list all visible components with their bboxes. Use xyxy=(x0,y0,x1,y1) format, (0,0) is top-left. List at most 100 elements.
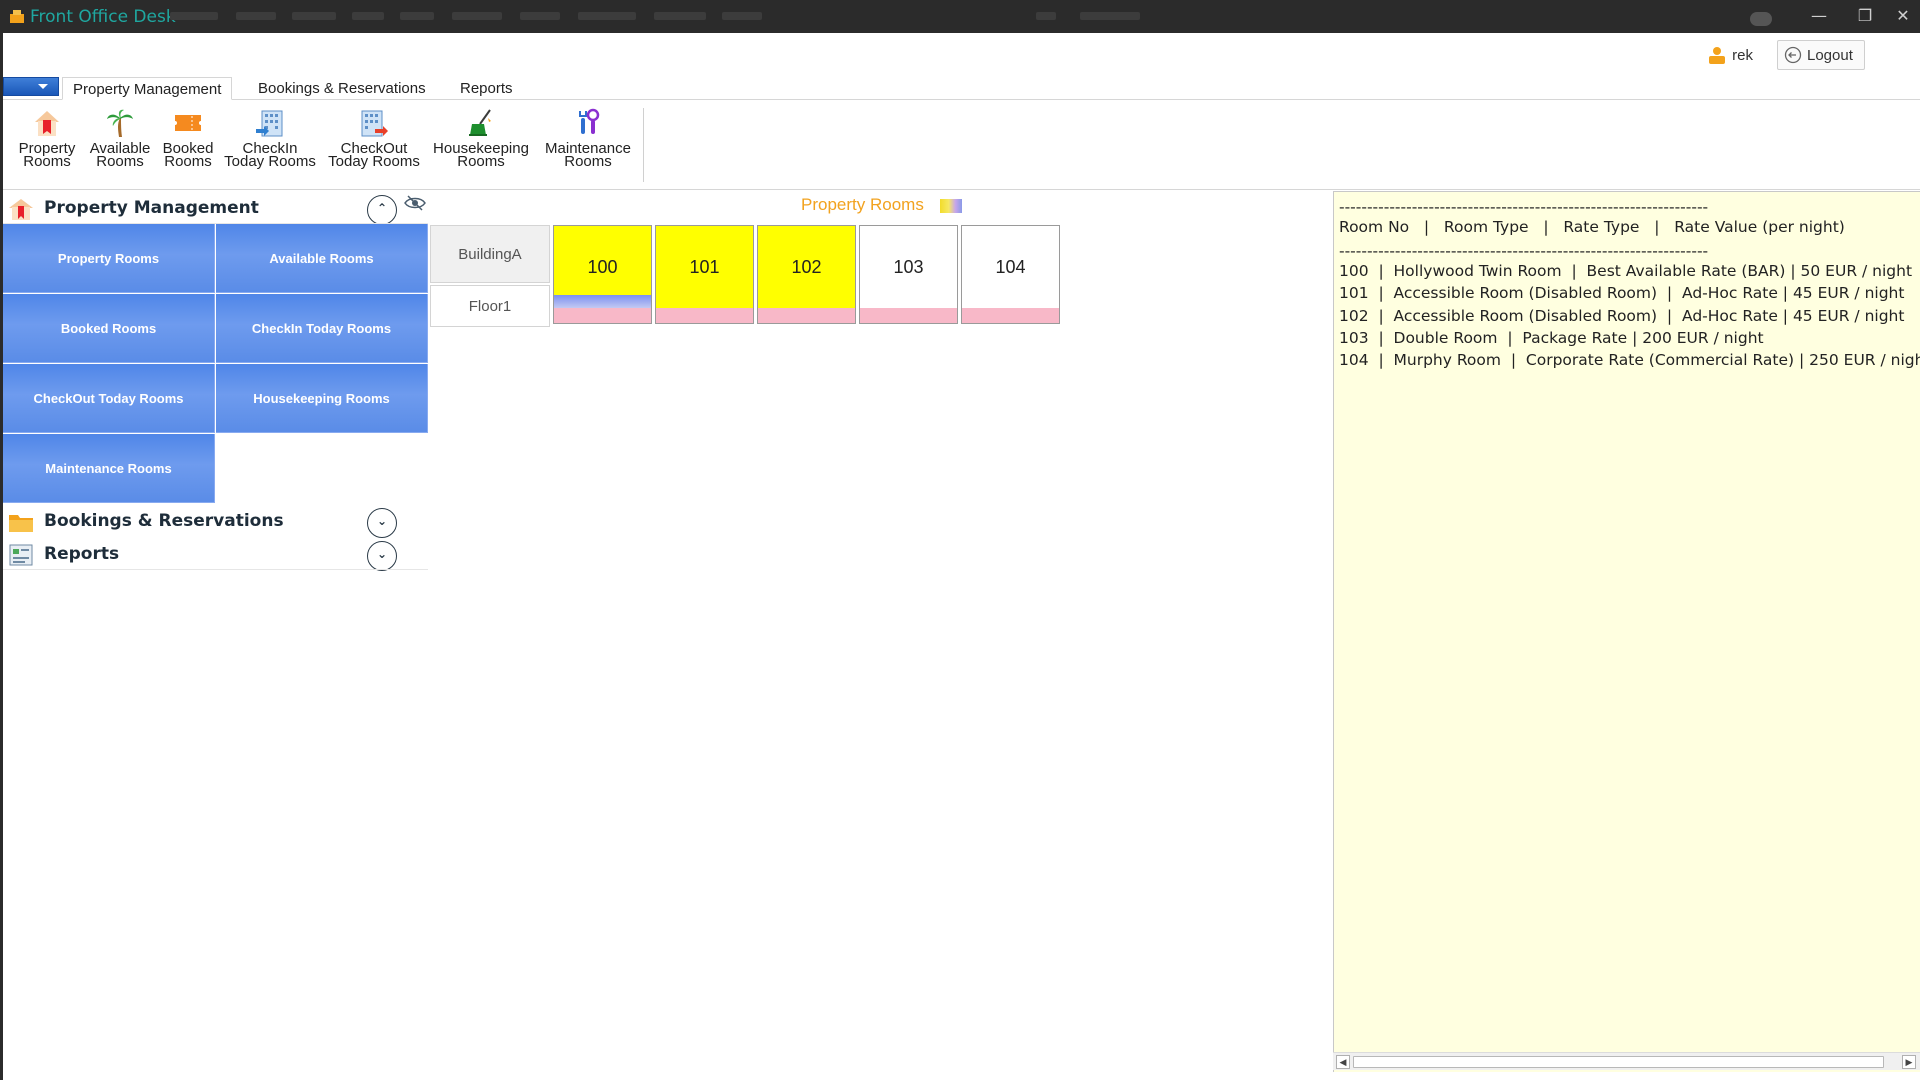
blurred-menu-item xyxy=(292,12,336,20)
room-tile-100[interactable]: 100 xyxy=(553,225,652,324)
logout-label: Logout xyxy=(1807,46,1853,64)
details-row: 101 | Accessible Room (Disabled Room) | … xyxy=(1339,284,1905,302)
expand-toggle-button[interactable]: ⌄ xyxy=(367,541,397,571)
accordion-reports-header[interactable]: Reports ⌄ xyxy=(3,538,428,571)
ribbon-booked-rooms-button[interactable]: Booked Rooms xyxy=(156,104,220,170)
floor-header: Floor1 xyxy=(430,285,550,327)
property-rooms-icon xyxy=(35,111,59,136)
blurred-menu-item xyxy=(400,12,434,20)
ribbon-maintenance-button[interactable]: Maintenance Rooms xyxy=(536,104,640,169)
room-number: 101 xyxy=(656,226,753,308)
logout-icon xyxy=(1784,46,1802,64)
scroll-right-button[interactable]: ▶ xyxy=(1902,1055,1916,1069)
ribbon-available-rooms-button[interactable]: Available Rooms xyxy=(84,104,156,169)
ribbon-checkout-today-button[interactable]: CheckOut Today Rooms xyxy=(322,104,426,170)
room-details-panel: ----------------------------------------… xyxy=(1333,191,1920,1072)
details-row: 102 | Accessible Room (Disabled Room) | … xyxy=(1339,307,1905,325)
ribbon-checkin-today-button[interactable]: CheckIn Today Rooms xyxy=(220,104,320,170)
window-title: Front Office Desk xyxy=(30,7,176,27)
ribbon-divider xyxy=(3,189,1920,190)
blurred-menu-item xyxy=(352,12,384,20)
accordion-property-management-header[interactable]: Property Management ⌃ xyxy=(3,192,428,225)
accordion-divider xyxy=(3,569,428,570)
room-tile-104[interactable]: 104 xyxy=(961,225,1060,324)
legend-icon[interactable] xyxy=(940,199,962,213)
ribbon-label: Today Rooms xyxy=(328,153,420,170)
ribbon-label: Rooms xyxy=(164,153,212,170)
broom-icon xyxy=(469,109,491,136)
tile-property-rooms[interactable]: Property Rooms xyxy=(3,224,215,293)
reports-icon xyxy=(9,544,33,566)
ribbon-property-rooms-button[interactable]: Property Rooms xyxy=(12,104,82,169)
username: rek xyxy=(1732,46,1753,64)
blurred-avatar xyxy=(1750,12,1772,26)
tools-icon xyxy=(579,108,600,134)
tile-checkin-today-rooms[interactable]: CheckIn Today Rooms xyxy=(216,294,428,363)
title-bar: Front Office Desk — ❐ ✕ xyxy=(0,0,1920,33)
separator-line: ----------------------------------------… xyxy=(1339,198,1709,216)
accordion-title: Property Management xyxy=(44,198,259,218)
room-number: 102 xyxy=(758,226,855,308)
tile-available-rooms[interactable]: Available Rooms xyxy=(216,224,428,293)
blurred-menu-item xyxy=(722,12,762,20)
blurred-menu-item xyxy=(1080,12,1140,20)
palm-tree-icon xyxy=(107,109,133,137)
blurred-menu-item xyxy=(1036,12,1056,20)
tile-housekeeping-rooms[interactable]: Housekeeping Rooms xyxy=(216,364,428,433)
details-row: 103 | Double Room | Package Rate | 200 E… xyxy=(1339,329,1764,347)
room-status-bar xyxy=(860,308,957,323)
user-icon xyxy=(1709,47,1726,64)
close-button[interactable]: ✕ xyxy=(1880,0,1920,33)
blurred-menu-item xyxy=(170,12,218,20)
blurred-menu-item xyxy=(578,12,636,20)
minimize-button[interactable]: — xyxy=(1796,0,1842,33)
ribbon-separator xyxy=(643,108,644,182)
room-status-bar xyxy=(656,308,753,323)
property-management-icon xyxy=(9,199,33,220)
blurred-menu-item xyxy=(236,12,276,20)
room-tile-101[interactable]: 101 xyxy=(655,225,754,324)
hide-eye-icon[interactable] xyxy=(404,194,426,212)
accordion-title: Bookings & Reservations xyxy=(44,511,284,531)
room-number: 103 xyxy=(860,226,957,308)
room-status-bar xyxy=(554,308,651,323)
tile-maintenance-rooms[interactable]: Maintenance Rooms xyxy=(3,434,215,503)
chevron-down-icon xyxy=(38,84,48,89)
tab-reports[interactable]: Reports xyxy=(450,77,523,100)
room-status-bar xyxy=(962,308,1059,323)
tab-property-management[interactable]: Property Management xyxy=(62,77,233,100)
details-header: Room No | Room Type | Rate Type | Rate V… xyxy=(1339,218,1845,236)
blurred-menu-item xyxy=(452,12,502,20)
building-header: BuildingA xyxy=(430,225,550,283)
ribbon-label: Today Rooms xyxy=(224,153,316,170)
room-tile-103[interactable]: 103 xyxy=(859,225,958,324)
application-menu-button[interactable] xyxy=(3,77,59,96)
room-number: 104 xyxy=(962,226,1059,308)
blurred-menu-item xyxy=(520,12,560,20)
app-icon xyxy=(10,10,24,23)
tile-booked-rooms[interactable]: Booked Rooms xyxy=(3,294,215,363)
ticket-icon xyxy=(175,115,201,131)
rooms-view-title: Property Rooms xyxy=(801,195,924,214)
collapse-toggle-button[interactable]: ⌃ xyxy=(367,195,397,225)
tile-checkout-today-rooms[interactable]: CheckOut Today Rooms xyxy=(3,364,215,433)
room-tile-102[interactable]: 102 xyxy=(757,225,856,324)
separator-line: ----------------------------------------… xyxy=(1339,242,1709,260)
folder-icon xyxy=(9,515,33,532)
accordion-bookings-header[interactable]: Bookings & Reservations ⌄ xyxy=(3,505,428,538)
accordion-title: Reports xyxy=(44,544,120,564)
details-row: 100 | Hollywood Twin Room | Best Availab… xyxy=(1339,262,1913,280)
horizontal-scrollbar[interactable]: ◀ ▶ xyxy=(1333,1052,1920,1070)
logout-button[interactable]: Logout xyxy=(1777,40,1865,70)
room-status-bar xyxy=(758,308,855,323)
checkin-building-icon xyxy=(256,110,283,137)
scroll-thumb[interactable] xyxy=(1353,1056,1884,1068)
tab-bookings-reservations[interactable]: Bookings & Reservations xyxy=(248,77,436,100)
checkout-building-icon xyxy=(361,110,388,137)
details-row: 104 | Murphy Room | Corporate Rate (Comm… xyxy=(1339,351,1920,369)
room-status-stripe xyxy=(554,295,651,308)
ribbon-housekeeping-button[interactable]: Housekeeping Rooms xyxy=(428,104,534,169)
scroll-left-button[interactable]: ◀ xyxy=(1336,1055,1350,1069)
user-info[interactable]: rek xyxy=(1708,44,1753,66)
expand-toggle-button[interactable]: ⌄ xyxy=(367,508,397,538)
